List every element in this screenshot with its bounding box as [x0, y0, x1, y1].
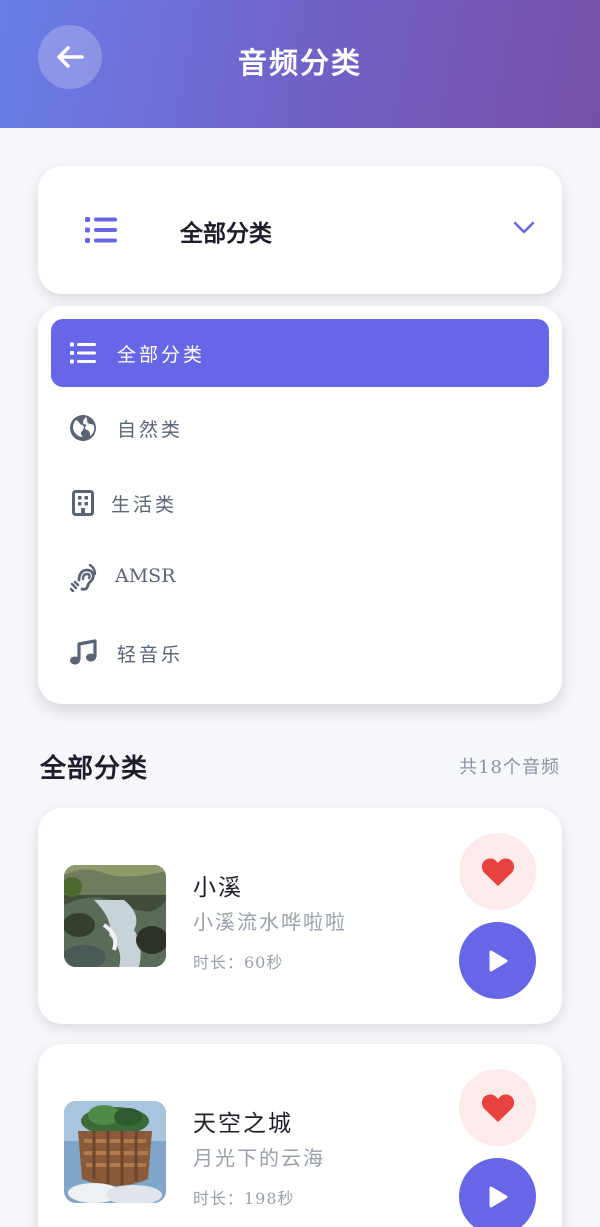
globe-icon — [69, 414, 97, 442]
music-note-icon — [69, 639, 97, 667]
category-option-label: 全部分类 — [117, 344, 206, 366]
audio-subtitle: 小溪流水哗啦啦 — [193, 910, 347, 934]
category-dropdown: 全部分类 自然类 生活类 AMSR 轻音乐 — [38, 306, 562, 704]
audio-thumbnail — [64, 865, 166, 967]
category-selector[interactable]: 全部分类 — [38, 166, 562, 294]
selected-category-label: 全部分类 — [180, 220, 272, 247]
ear-listen-icon — [69, 564, 97, 592]
category-option-label: 轻音乐 — [117, 644, 184, 666]
audio-card[interactable]: 天空之城 月光下的云海 时长：198秒 — [38, 1044, 562, 1227]
category-option-label: 生活类 — [111, 494, 178, 516]
audio-duration: 时长：198秒 — [193, 1189, 295, 1208]
heart-icon — [481, 1094, 514, 1122]
list-icon — [69, 339, 97, 367]
play-icon — [489, 950, 507, 971]
audio-title: 天空之城 — [193, 1111, 293, 1137]
category-option-light-music[interactable]: 轻音乐 — [51, 619, 549, 687]
audio-card[interactable]: 小溪 小溪流水哗啦啦 时长：60秒 — [38, 808, 562, 1024]
section-title: 全部分类 — [40, 754, 149, 784]
building-icon — [69, 489, 97, 517]
play-icon — [489, 1186, 507, 1207]
favorite-button[interactable] — [459, 833, 536, 910]
category-option-label: AMSR — [115, 565, 176, 587]
heart-icon — [481, 858, 514, 886]
audio-subtitle: 月光下的云海 — [193, 1146, 325, 1170]
audio-duration: 时长：60秒 — [193, 953, 284, 972]
category-option-amsr[interactable]: AMSR — [51, 544, 549, 612]
audio-count: 共18个音频 — [459, 757, 560, 778]
category-option-all[interactable]: 全部分类 — [51, 319, 549, 387]
play-button[interactable] — [459, 1158, 536, 1227]
chevron-down-icon — [513, 221, 535, 234]
audio-thumbnail — [64, 1101, 166, 1203]
play-button[interactable] — [459, 922, 536, 999]
favorite-button[interactable] — [459, 1069, 536, 1146]
page-title: 音频分类 — [237, 46, 362, 80]
list-icon — [85, 217, 117, 243]
app-header: 音频分类 — [0, 0, 600, 128]
audio-title: 小溪 — [193, 875, 243, 901]
category-option-life[interactable]: 生活类 — [51, 469, 549, 537]
category-option-label: 自然类 — [117, 419, 184, 441]
category-option-nature[interactable]: 自然类 — [51, 394, 549, 462]
